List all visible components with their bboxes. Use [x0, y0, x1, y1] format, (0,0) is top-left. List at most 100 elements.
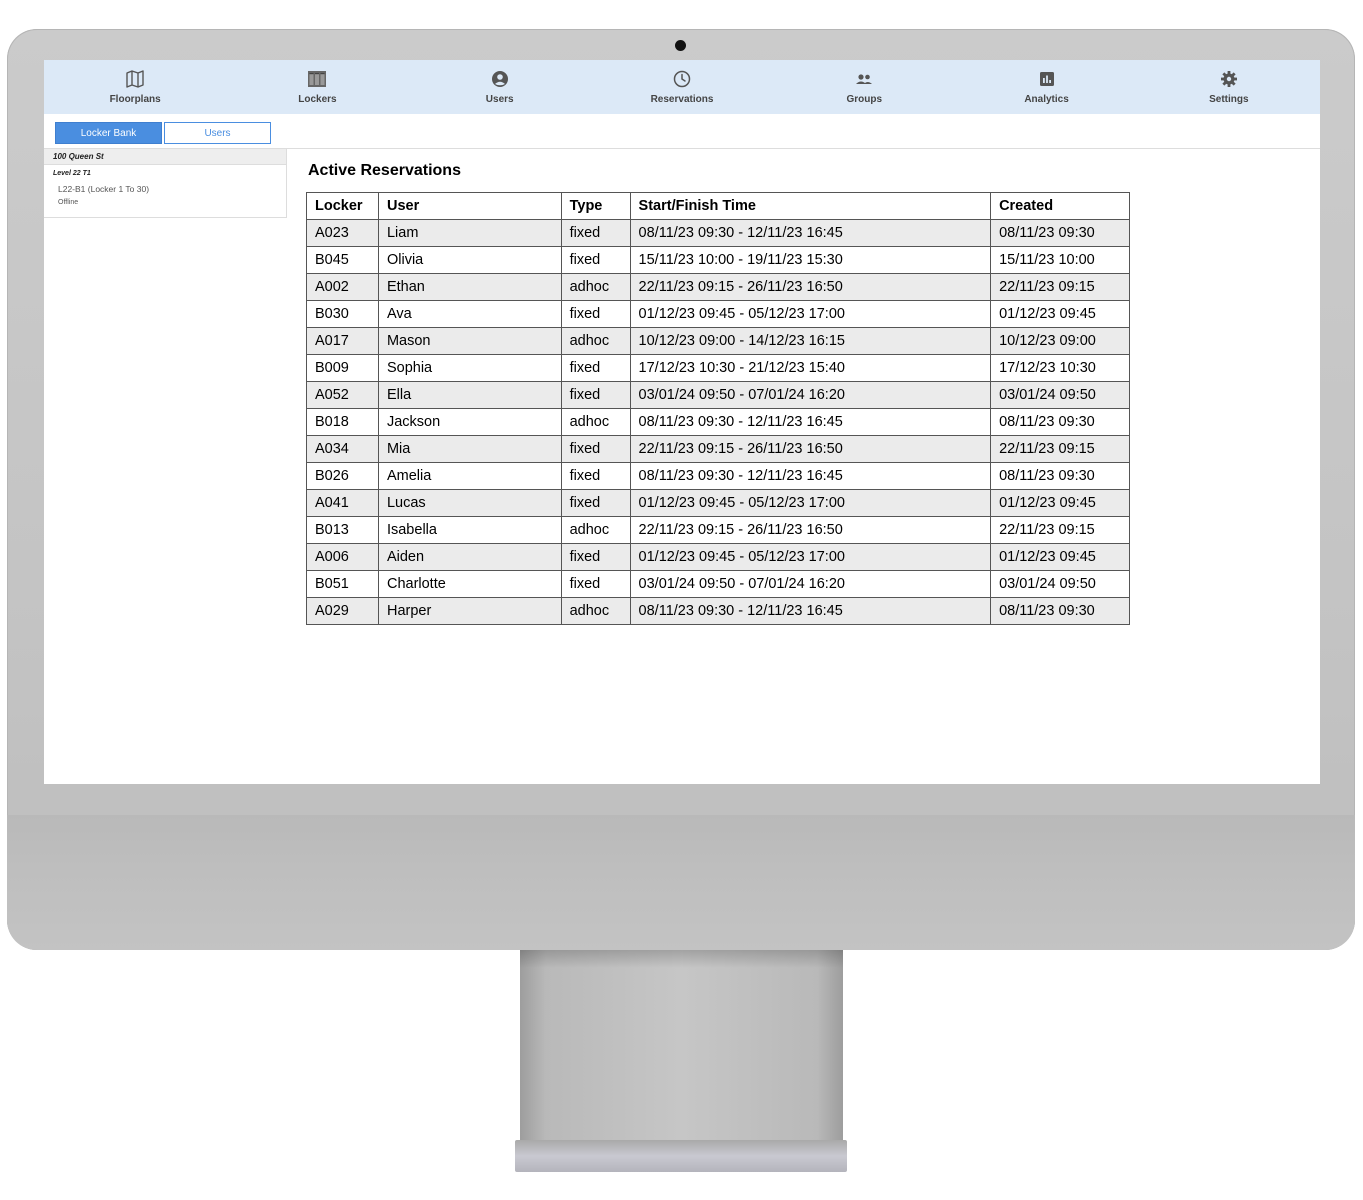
nav-label: Floorplans: [109, 94, 161, 105]
cell-time: 22/11/23 09:15 - 26/11/23 16:50: [629, 516, 992, 544]
cell-time: 03/01/24 09:50 - 07/01/24 16:20: [629, 570, 992, 598]
table-row[interactable]: A006 Aiden fixed 01/12/23 09:45 - 05/12/23 …: [306, 543, 1130, 571]
cell-locker: B026: [306, 462, 379, 490]
column-header-locker[interactable]: Locker: [306, 192, 379, 220]
cell-user: Mason: [377, 327, 562, 355]
reservations-table: Locker User Type Start/Finish Time Creat…: [306, 192, 1130, 625]
cell-time: 01/12/23 09:45 - 05/12/23 17:00: [629, 489, 992, 517]
cell-created: 03/01/24 09:50: [990, 570, 1130, 598]
cell-type: fixed: [560, 246, 631, 274]
table-row[interactable]: B018 Jackson adhoc 08/11/23 09:30 - 12/11/2…: [306, 408, 1130, 436]
level-heading: Level 22 T1: [53, 170, 91, 177]
group-icon: [854, 69, 874, 89]
cell-type: adhoc: [560, 516, 631, 544]
cell-user: Isabella: [377, 516, 562, 544]
table-header-row: Locker User Type Start/Finish Time Creat…: [306, 192, 1130, 220]
cell-locker: B009: [306, 354, 379, 382]
cell-user: Ava: [377, 300, 562, 328]
cell-user: Lucas: [377, 489, 562, 517]
cell-created: 22/11/23 09:15: [990, 273, 1130, 301]
nav-label: Reservations: [650, 94, 714, 105]
cell-type: fixed: [560, 435, 631, 463]
top-navigation: Floorplans Lockers Users Reservations Gr…: [44, 60, 1320, 114]
column-header-created[interactable]: Created: [990, 192, 1130, 220]
table-row[interactable]: B013 Isabella adhoc 22/11/23 09:15 - 26/11/…: [306, 516, 1130, 544]
cell-user: Ethan: [377, 273, 562, 301]
nav-reservations[interactable]: Reservations: [591, 60, 773, 114]
cell-user: Amelia: [377, 462, 562, 490]
cell-time: 22/11/23 09:15 - 26/11/23 16:50: [629, 435, 992, 463]
locker-bank-item[interactable]: L22-B1 (Locker 1 To 30): [44, 184, 286, 194]
cell-type: fixed: [560, 489, 631, 517]
table-row[interactable]: A041 Lucas fixed 01/12/23 09:45 - 05/12/23 …: [306, 489, 1130, 517]
cell-created: 01/12/23 09:45: [990, 543, 1130, 571]
nav-users[interactable]: Users: [409, 60, 591, 114]
cell-created: 22/11/23 09:15: [990, 435, 1130, 463]
clock-icon: [672, 69, 692, 89]
table-row[interactable]: A052 Ella fixed 03/01/24 09:50 - 07/01/24 1…: [306, 381, 1130, 409]
table-row[interactable]: B026 Amelia fixed 08/11/23 09:30 - 12/11/23…: [306, 462, 1130, 490]
nav-label: Groups: [846, 94, 883, 105]
cell-locker: A052: [306, 381, 379, 409]
cell-user: Charlotte: [377, 570, 562, 598]
table-row[interactable]: A023 Liam fixed 08/11/23 09:30 - 12/11/23 1…: [306, 219, 1130, 247]
lockers-icon: [307, 69, 327, 89]
cell-time: 01/12/23 09:45 - 05/12/23 17:00: [629, 300, 992, 328]
table-row[interactable]: B030 Ava fixed 01/12/23 09:45 - 05/12/23 17…: [306, 300, 1130, 328]
cell-type: adhoc: [560, 327, 631, 355]
cell-time: 01/12/23 09:45 - 05/12/23 17:00: [629, 543, 992, 571]
column-header-time[interactable]: Start/Finish Time: [629, 192, 992, 220]
nav-settings[interactable]: Settings: [1138, 60, 1320, 114]
tab-locker-bank[interactable]: Locker Bank: [55, 122, 162, 144]
cell-time: 10/12/23 09:00 - 14/12/23 16:15: [629, 327, 992, 355]
user-icon: [490, 69, 510, 89]
cell-created: 15/11/23 10:00: [990, 246, 1130, 274]
cell-created: 10/12/23 09:00: [990, 327, 1130, 355]
cell-created: 01/12/23 09:45: [990, 489, 1130, 517]
cell-user: Jackson: [377, 408, 562, 436]
cell-locker: A034: [306, 435, 379, 463]
cell-time: 03/01/24 09:50 - 07/01/24 16:20: [629, 381, 992, 409]
cell-type: fixed: [560, 462, 631, 490]
cell-created: 08/11/23 09:30: [990, 597, 1130, 625]
cell-user: Harper: [377, 597, 562, 625]
nav-floorplans[interactable]: Floorplans: [44, 60, 226, 114]
cell-type: fixed: [560, 300, 631, 328]
cell-time: 15/11/23 10:00 - 19/11/23 15:30: [629, 246, 992, 274]
stand-shadow: [520, 950, 843, 968]
cell-locker: B045: [306, 246, 379, 274]
cell-type: adhoc: [560, 408, 631, 436]
cell-created: 01/12/23 09:45: [990, 300, 1130, 328]
cell-type: fixed: [560, 543, 631, 571]
cell-user: Olivia: [377, 246, 562, 274]
table-row[interactable]: B051 Charlotte fixed 03/01/24 09:50 - 07/01…: [306, 570, 1130, 598]
sidebar-tree: 100 Queen St Level 22 T1 L22-B1 (Locker …: [44, 149, 287, 218]
table-row[interactable]: A029 Harper adhoc 08/11/23 09:30 - 12/11/23…: [306, 597, 1130, 625]
cell-created: 08/11/23 09:30: [990, 219, 1130, 247]
column-header-type[interactable]: Type: [560, 192, 631, 220]
nav-label: Users: [485, 94, 514, 105]
table-row[interactable]: A034 Mia fixed 22/11/23 09:15 - 26/11/23 16…: [306, 435, 1130, 463]
monitor-chin: [7, 815, 1355, 950]
table-row[interactable]: A017 Mason adhoc 10/12/23 09:00 - 14/12/23 …: [306, 327, 1130, 355]
table-row[interactable]: B009 Sophia fixed 17/12/23 10:30 - 21/12/23…: [306, 354, 1130, 382]
nav-analytics[interactable]: Analytics: [955, 60, 1137, 114]
cell-locker: B030: [306, 300, 379, 328]
nav-lockers[interactable]: Lockers: [226, 60, 408, 114]
cell-type: fixed: [560, 381, 631, 409]
cell-type: fixed: [560, 354, 631, 382]
nav-label: Settings: [1209, 94, 1249, 105]
sub-toolbar: Locker Bank Users: [44, 114, 1320, 149]
table-row[interactable]: A002 Ethan adhoc 22/11/23 09:15 - 26/11/23 …: [306, 273, 1130, 301]
status-text: Offline: [58, 199, 79, 206]
tab-users[interactable]: Users: [164, 122, 271, 144]
cell-user: Liam: [377, 219, 562, 247]
cell-locker: A023: [306, 219, 379, 247]
column-header-user[interactable]: User: [377, 192, 562, 220]
map-icon: [125, 69, 145, 89]
cell-locker: B051: [306, 570, 379, 598]
table-row[interactable]: B045 Olivia fixed 15/11/23 10:00 - 19/11/23…: [306, 246, 1130, 274]
nav-groups[interactable]: Groups: [773, 60, 955, 114]
cell-user: Sophia: [377, 354, 562, 382]
cell-created: 03/01/24 09:50: [990, 381, 1130, 409]
